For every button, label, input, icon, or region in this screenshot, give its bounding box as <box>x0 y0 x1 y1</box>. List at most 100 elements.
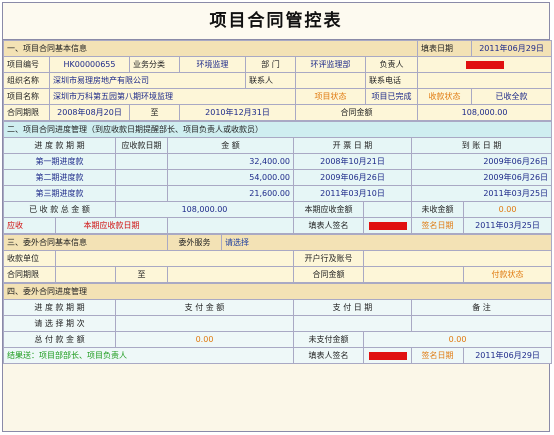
amount-label: 合同金额 <box>293 266 364 283</box>
page-title: 项目合同管控表 <box>3 3 549 40</box>
term-cell: 第二期进度款 <box>3 169 116 186</box>
pay-status-label: 付款状态 <box>462 266 553 283</box>
owner-value[interactable] <box>417 56 553 73</box>
term-cell: 第三期进度款 <box>3 185 116 202</box>
col-amount-header: 金 额 <box>167 137 294 154</box>
col-note-header: 备 注 <box>410 299 553 316</box>
filler-sign-label: 填表人签名 <box>293 217 364 234</box>
section-title: 一、项目合同基本信息 <box>2 40 419 57</box>
select-term-dropdown[interactable]: 请 选 择 期 次 <box>3 315 116 332</box>
col-pay-date-header: 支 付 日 期 <box>293 299 412 316</box>
table-row: 第一期进度款 32,400.00 2008年10月21日 2009年06月26日 <box>3 153 553 170</box>
project-no-label: 项目编号 <box>3 56 50 73</box>
collect-status-label: 收款状态 <box>417 88 473 105</box>
arrival-cell[interactable]: 2009年06月26日 <box>410 169 553 186</box>
service-label: 委外服务 <box>167 234 222 251</box>
amount-cell[interactable]: 32,400.00 <box>167 153 294 170</box>
table-row: 第三期进度款 21,600.00 2011年03月10日 2011年03月25日 <box>3 185 553 202</box>
phone-value[interactable] <box>417 72 553 89</box>
uncollected-label: 未收金额 <box>411 201 464 218</box>
contact-value[interactable] <box>295 72 366 89</box>
section-title: 二、项目合同进度管理（到应收款日期提醒部长、项目负责人或收款员） <box>2 121 553 138</box>
arrival-cell[interactable]: 2009年06月26日 <box>410 153 553 170</box>
sign-date-value[interactable]: 2011年03月25日 <box>462 217 553 234</box>
col-term-header: 进 度 款 期 期 <box>3 137 116 154</box>
period-end-value[interactable]: 2010年12月31日 <box>179 104 296 121</box>
uncollected-value[interactable]: 0.00 <box>462 201 553 218</box>
contract-amount-label: 合同金额 <box>294 104 419 121</box>
due-cell[interactable] <box>115 185 168 202</box>
redacted-signature-mark <box>368 351 407 360</box>
col-pay-amount-header: 支 付 金 额 <box>115 299 294 316</box>
filler-sign-label: 填表人签名 <box>293 347 364 364</box>
bank-value[interactable] <box>362 250 553 267</box>
due-cell[interactable] <box>115 169 168 186</box>
payee-value[interactable] <box>55 250 294 267</box>
bank-label: 开户行及账号 <box>293 250 364 267</box>
pay-date-cell[interactable] <box>293 315 412 332</box>
pay-amount-cell[interactable] <box>115 315 294 332</box>
dept-value[interactable]: 环评监理部 <box>295 56 366 73</box>
total-paid-value[interactable]: 0.00 <box>115 331 294 348</box>
amount-cell[interactable]: 54,000.00 <box>167 169 294 186</box>
owner-label: 负责人 <box>364 56 419 73</box>
period-due-date-label: 本期应收款日期 <box>55 217 168 234</box>
filler-sign-value[interactable] <box>363 217 412 234</box>
redacted-signature-mark <box>368 221 407 230</box>
phone-label: 联系电话 <box>364 72 419 89</box>
invoice-cell[interactable]: 2011年03月10日 <box>293 185 412 202</box>
fill-date-value[interactable]: 2011年06月29日 <box>471 40 553 57</box>
filler-sign-value[interactable] <box>363 347 412 364</box>
collect-status-value[interactable]: 已收全款 <box>471 88 553 105</box>
org-value[interactable]: 深圳市易理房地产有限公司 <box>49 72 246 89</box>
sign-date-label: 签名日期 <box>411 347 464 364</box>
receivable-label: 应收 <box>3 217 56 234</box>
fill-date-label: 填表日期 <box>417 40 473 57</box>
unpaid-value[interactable]: 0.00 <box>362 331 553 348</box>
project-status-value[interactable]: 项目已完成 <box>364 88 419 105</box>
amount-value[interactable] <box>363 266 464 283</box>
section-header: 一、项目合同基本信息 填表日期 2011年06月29日 <box>2 40 553 57</box>
period-start-value[interactable]: 2008年08月20日 <box>49 104 130 121</box>
invoice-cell[interactable]: 2008年10月21日 <box>293 153 412 170</box>
received-total-value[interactable]: 108,000.00 <box>115 201 294 218</box>
col-term-header: 进 度 款 期 期 <box>3 299 116 316</box>
amount-cell[interactable]: 21,600.00 <box>167 185 294 202</box>
section-outsource-info: 三、委外合同基本信息 委外服务 请选择 收款单位 开户行及账号 合同期限 至 合… <box>3 234 553 283</box>
received-total-label: 已 收 款 总 金 额 <box>3 201 116 218</box>
due-cell[interactable] <box>115 153 168 170</box>
sign-date-value[interactable]: 2011年06月29日 <box>462 347 553 364</box>
contract-amount-value[interactable]: 108,000.00 <box>417 104 553 121</box>
period-label: 合同期限 <box>3 266 56 283</box>
section-progress: 二、项目合同进度管理（到应收款日期提醒部长、项目负责人或收款员） 进 度 款 期… <box>2 121 553 234</box>
org-label: 组织名称 <box>3 72 50 89</box>
project-name-value[interactable]: 深圳市万科第五园第八期环境监理 <box>49 88 296 105</box>
service-select[interactable]: 请选择 <box>220 234 553 251</box>
period-due-date-value[interactable] <box>167 217 294 234</box>
project-name-label: 项目名称 <box>3 88 50 105</box>
period-end-value[interactable] <box>167 266 294 283</box>
dept-label: 部 门 <box>245 56 296 73</box>
period-to-label: 至 <box>115 266 168 283</box>
biz-type-label: 业务分类 <box>129 56 180 73</box>
col-invoice-header: 开 票 日 期 <box>293 137 412 154</box>
remind-text: 结果送：项目部部长、项目负责人 <box>3 347 294 364</box>
redacted-name-mark <box>465 60 504 69</box>
sign-date-label: 签名日期 <box>411 217 464 234</box>
period-start-value[interactable] <box>55 266 116 283</box>
section-outsource-progress: 四、委外合同进度管理 进 度 款 期 期 支 付 金 额 支 付 日 期 备 注… <box>2 283 553 364</box>
period-to-label: 至 <box>129 104 180 121</box>
section-basic-info: 一、项目合同基本信息 填表日期 2011年06月29日 项目编号 HK00000… <box>2 40 553 121</box>
section-title: 四、委外合同进度管理 <box>2 283 553 300</box>
invoice-cell[interactable]: 2009年06月26日 <box>293 169 412 186</box>
unpaid-label: 未支付金额 <box>293 331 364 348</box>
period-receivable-value[interactable] <box>363 201 412 218</box>
contact-label: 联系人 <box>245 72 296 89</box>
section-title: 三、委外合同基本信息 <box>3 234 168 251</box>
note-cell[interactable] <box>410 315 553 332</box>
col-arrival-header: 到 账 日 期 <box>410 137 553 154</box>
arrival-cell[interactable]: 2011年03月25日 <box>410 185 553 202</box>
total-paid-label: 总 付 款 金 额 <box>3 331 116 348</box>
project-no-value[interactable]: HK00000655 <box>49 56 130 73</box>
biz-type-value[interactable]: 环境监理 <box>179 56 246 73</box>
